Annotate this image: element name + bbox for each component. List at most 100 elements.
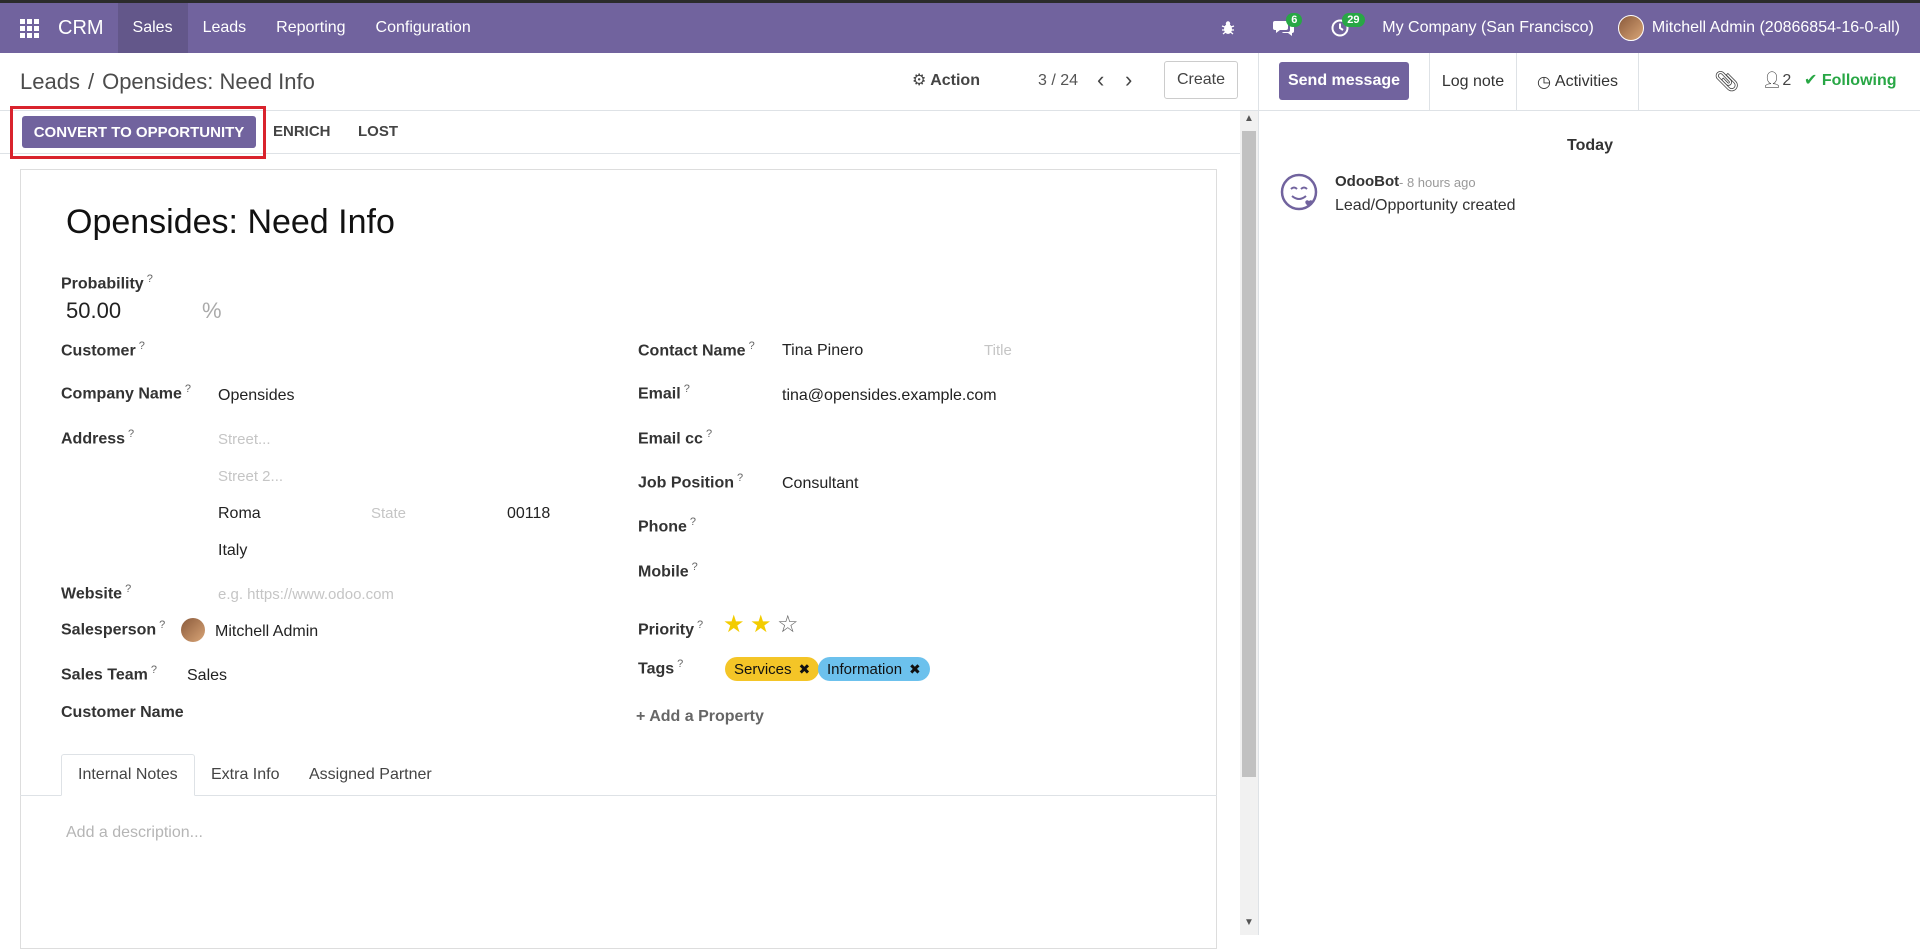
- following-button[interactable]: ✔ Following: [1804, 70, 1897, 90]
- tags-label: Tags?: [638, 658, 684, 678]
- convert-to-opportunity-button[interactable]: CONVERT TO OPPORTUNITY: [22, 116, 256, 148]
- action-menu-button[interactable]: ⚙ Action: [912, 70, 980, 90]
- create-button[interactable]: Create: [1164, 61, 1238, 99]
- followers-button[interactable]: 👤︎2: [1762, 70, 1791, 90]
- website-input[interactable]: e.g. https://www.odoo.com: [218, 586, 394, 603]
- breadcrumb: Leads / Opensides: Need Info: [20, 68, 315, 94]
- salesperson-avatar: [181, 618, 205, 642]
- app-brand[interactable]: CRM: [58, 17, 104, 40]
- control-panel: Leads / Opensides: Need Info ⚙ Action 3 / …: [0, 53, 1258, 111]
- contact-name-label: Contact Name?: [638, 340, 755, 360]
- message-body: Lead/Opportunity created: [1335, 197, 1516, 214]
- company-name-input[interactable]: Opensides: [218, 387, 295, 405]
- description-input[interactable]: Add a description...: [66, 824, 203, 842]
- customer-name-label: Customer Name: [61, 704, 184, 721]
- enrich-button[interactable]: ENRICH: [273, 123, 331, 140]
- state-input[interactable]: State: [371, 505, 406, 522]
- chatter-topbar: Send message Log note ◷ Activities 📎︎ 👤︎2…: [1259, 53, 1920, 111]
- phone-label: Phone?: [638, 516, 697, 536]
- activities-button[interactable]: ◷ Activities: [1517, 53, 1639, 111]
- nav-sales[interactable]: Sales: [117, 3, 188, 53]
- apps-menu-icon[interactable]: [0, 3, 58, 53]
- street2-input[interactable]: Street 2...: [218, 468, 283, 485]
- highlight-box: CONVERT TO OPPORTUNITY: [10, 106, 266, 159]
- job-position-input[interactable]: Consultant: [782, 475, 859, 493]
- scrollbar-thumb[interactable]: [1242, 131, 1256, 777]
- breadcrumb-leads[interactable]: Leads: [20, 69, 80, 94]
- top-navbar: CRM Sales Leads Reporting Configuration …: [0, 0, 1920, 53]
- tab-internal-notes[interactable]: Internal Notes: [61, 754, 195, 796]
- activities-clock-icon[interactable]: 29: [1312, 3, 1368, 53]
- priority-star-icon[interactable]: ☆: [777, 613, 799, 637]
- customer-label: Customer?: [61, 340, 145, 360]
- probability-label: Probability?: [61, 273, 153, 293]
- lead-title[interactable]: Opensides: Need Info: [66, 203, 395, 242]
- gear-icon: ⚙: [912, 72, 927, 89]
- odoobot-avatar: [1280, 173, 1318, 211]
- pager-value[interactable]: 3 / 24: [1038, 72, 1078, 90]
- remove-tag-icon[interactable]: ✖: [909, 661, 921, 678]
- pager-next-icon[interactable]: ›: [1125, 67, 1132, 93]
- tag-services[interactable]: Services ✖: [725, 657, 820, 681]
- tab-assigned-partner[interactable]: Assigned Partner: [293, 754, 448, 796]
- priority-star-icon[interactable]: ★: [723, 613, 745, 637]
- address-label: Address?: [61, 428, 135, 448]
- remove-tag-icon[interactable]: ✖: [799, 661, 811, 678]
- attachment-paperclip-icon[interactable]: 📎︎: [1714, 69, 1739, 94]
- message-author[interactable]: OdooBot: [1335, 173, 1399, 190]
- percent-sign: %: [202, 298, 222, 323]
- date-separator: Today: [1567, 137, 1613, 154]
- user-menu[interactable]: Mitchell Admin (20866854-16-0-all): [1617, 15, 1920, 41]
- priority-star-icon[interactable]: ★: [750, 613, 772, 637]
- add-property-label: Add a Property: [649, 708, 764, 725]
- scroll-down-icon[interactable]: ▼: [1244, 917, 1254, 928]
- debug-bug-icon[interactable]: [1200, 3, 1256, 53]
- add-property-button[interactable]: + Add a Property: [636, 708, 764, 726]
- company-switcher[interactable]: My Company (San Francisco): [1382, 19, 1594, 37]
- activities-badge: 29: [1342, 13, 1365, 27]
- send-message-button[interactable]: Send message: [1279, 62, 1409, 100]
- zip-input[interactable]: 00118: [507, 505, 550, 523]
- tag-information[interactable]: Information ✖: [818, 657, 930, 681]
- tag-information-label: Information: [827, 660, 903, 678]
- chatter-panel: Send message Log note ◷ Activities 📎︎ 👤︎2…: [1258, 53, 1920, 935]
- sales-team-input[interactable]: Sales: [187, 667, 227, 685]
- contact-name-input[interactable]: Tina Pinero: [782, 342, 863, 360]
- email-input[interactable]: tina@opensides.example.com: [782, 387, 997, 405]
- nav-reporting[interactable]: Reporting: [261, 3, 360, 53]
- pager-previous-icon[interactable]: ‹: [1097, 67, 1104, 93]
- email-label: Email?: [638, 383, 690, 403]
- nav-configuration[interactable]: Configuration: [361, 3, 486, 53]
- website-label: Website?: [61, 583, 132, 603]
- messages-badge: 6: [1286, 13, 1303, 27]
- log-note-button[interactable]: Log note: [1429, 53, 1517, 111]
- breadcrumb-current: Opensides: Need Info: [102, 68, 315, 94]
- street-input[interactable]: Street...: [218, 431, 271, 448]
- nav-leads[interactable]: Leads: [188, 3, 262, 53]
- job-position-label: Job Position?: [638, 472, 744, 492]
- tag-services-label: Services: [734, 660, 792, 678]
- user-icon: 👤︎: [1762, 72, 1783, 89]
- country-input[interactable]: Italy: [218, 542, 247, 560]
- messages-icon[interactable]: 6: [1256, 3, 1312, 53]
- plus-icon: +: [636, 708, 646, 725]
- probability-input[interactable]: 50.00: [66, 298, 121, 324]
- user-avatar: [1617, 15, 1644, 41]
- email-cc-label: Email cc?: [638, 428, 713, 448]
- city-input[interactable]: Roma: [218, 505, 261, 523]
- salesperson-input[interactable]: Mitchell Admin: [215, 623, 318, 641]
- salesperson-label: Salesperson?: [61, 619, 166, 639]
- scroll-up-icon[interactable]: ▲: [1244, 113, 1254, 124]
- action-label: Action: [930, 72, 980, 89]
- mobile-label: Mobile?: [638, 561, 698, 581]
- priority-label: Priority?: [638, 619, 704, 639]
- tab-extra-info[interactable]: Extra Info: [195, 754, 295, 796]
- contact-title-input[interactable]: Title: [984, 342, 1012, 359]
- clock-icon: ◷: [1536, 74, 1551, 91]
- activities-label: Activities: [1554, 73, 1619, 90]
- company-name-label: Company Name?: [61, 383, 192, 403]
- followers-count: 2: [1782, 72, 1792, 89]
- status-bar: CONVERT TO OPPORTUNITY ENRICH LOST: [0, 106, 1240, 159]
- message-time: - 8 hours ago: [1399, 175, 1476, 190]
- lost-button[interactable]: LOST: [358, 123, 398, 140]
